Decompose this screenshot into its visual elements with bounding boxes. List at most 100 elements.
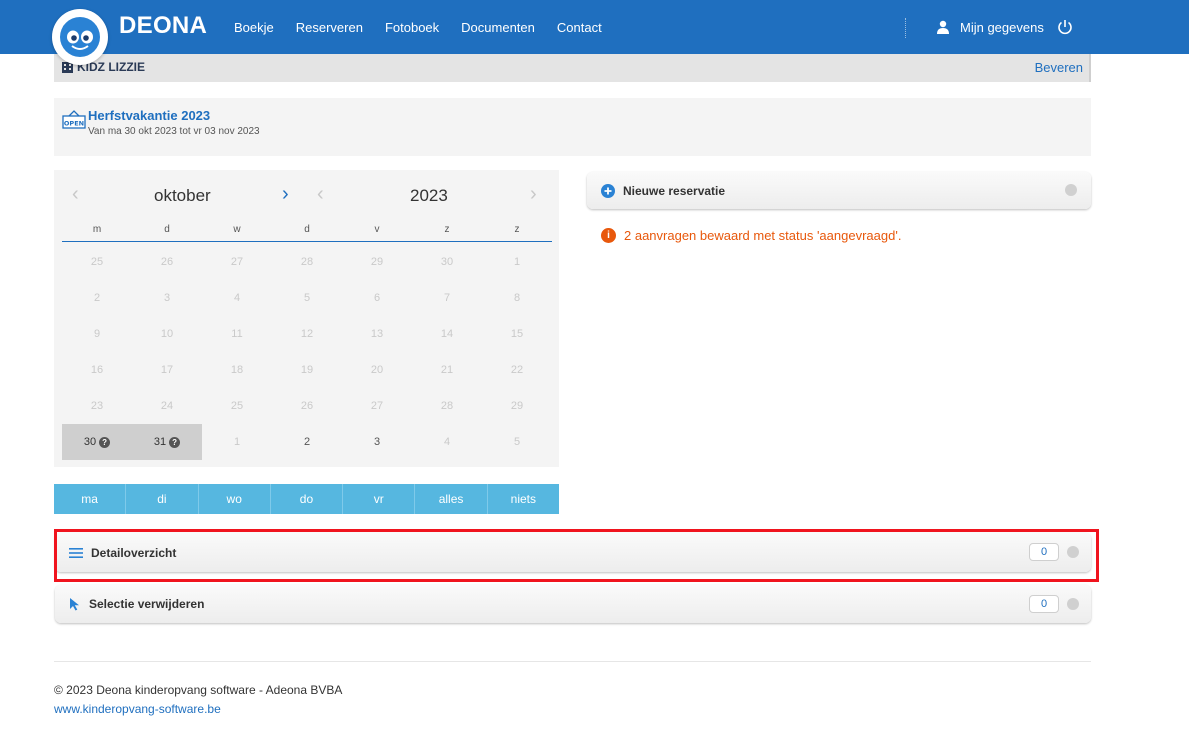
calendar-day-number: 26: [160, 256, 174, 268]
calendar-day-number: 21: [440, 364, 454, 376]
calendar-day-number: 27: [370, 400, 384, 412]
calendar-day[interactable]: 28: [272, 244, 342, 280]
calendar-day[interactable]: 2: [272, 424, 342, 460]
new-reservation-header[interactable]: Nieuwe reservatie: [601, 172, 725, 209]
calendar-day[interactable]: 5: [272, 280, 342, 316]
calendar-day[interactable]: 29: [482, 388, 552, 424]
calendar-day[interactable]: 21: [412, 352, 482, 388]
day-button-do[interactable]: do: [270, 484, 344, 514]
calendar-day[interactable]: 30?: [62, 424, 132, 460]
calendar-day[interactable]: 3: [342, 424, 412, 460]
calendar-day[interactable]: 27: [202, 244, 272, 280]
collapse-icon[interactable]: [1065, 184, 1077, 196]
new-reservation-panel[interactable]: Nieuwe reservatie: [587, 172, 1091, 209]
calendar-day[interactable]: 28: [412, 388, 482, 424]
calendar-day-number: 1: [513, 256, 521, 268]
open-sign-icon: OPEN: [62, 110, 86, 129]
weekday-selector: ma di wo do vr alles niets: [54, 484, 559, 514]
remove-selection-panel[interactable]: Selectie verwijderen 0: [55, 585, 1091, 623]
calendar-day[interactable]: 9: [62, 316, 132, 352]
calendar-day[interactable]: 19: [272, 352, 342, 388]
calendar-day[interactable]: 26: [132, 244, 202, 280]
day-button-wo[interactable]: wo: [198, 484, 271, 514]
calendar-day-number: 4: [233, 292, 241, 304]
calendar-day[interactable]: 7: [412, 280, 482, 316]
day-button-vr[interactable]: vr: [343, 484, 416, 514]
collapse-icon[interactable]: [1067, 598, 1079, 610]
top-navbar: DEONA Boekje Reserveren Fotoboek Documen…: [0, 0, 1189, 65]
calendar-day[interactable]: 24: [132, 388, 202, 424]
day-button-di[interactable]: di: [126, 484, 199, 514]
my-details-link[interactable]: Mijn gegevens: [960, 20, 1044, 35]
calendar-day-number: 3: [163, 292, 171, 304]
calendar-day[interactable]: 10: [132, 316, 202, 352]
calendar-day[interactable]: 3: [132, 280, 202, 316]
calendar-day[interactable]: 5: [482, 424, 552, 460]
calendar-day[interactable]: 2: [62, 280, 132, 316]
calendar-day[interactable]: 20: [342, 352, 412, 388]
calendar-day-number: 17: [160, 364, 174, 376]
calendar-day[interactable]: 6: [342, 280, 412, 316]
calendar-day[interactable]: 18: [202, 352, 272, 388]
period-info: OPEN Herfstvakantie 2023 Van ma 30 okt 2…: [54, 98, 1091, 156]
calendar-day[interactable]: 16: [62, 352, 132, 388]
calendar-day[interactable]: 11: [202, 316, 272, 352]
calendar-day[interactable]: 15: [482, 316, 552, 352]
calendar-day[interactable]: 13: [342, 316, 412, 352]
calendar-day[interactable]: 25: [62, 244, 132, 280]
remove-selection-header[interactable]: Selectie verwijderen: [69, 585, 204, 623]
calendar-day[interactable]: 23: [62, 388, 132, 424]
calendar-day-number: 12: [300, 328, 314, 340]
calendar-day[interactable]: 1: [202, 424, 272, 460]
user-menu: Mijn gegevens: [936, 0, 1074, 54]
calendar-day[interactable]: 14: [412, 316, 482, 352]
calendar-day-number: 30: [83, 436, 97, 448]
prev-month-icon[interactable]: ‹: [72, 183, 79, 206]
user-icon[interactable]: [936, 20, 950, 34]
calendar-month: oktober: [154, 186, 211, 205]
calendar-day[interactable]: 27: [342, 388, 412, 424]
question-icon[interactable]: ?: [99, 436, 111, 448]
organization-bar: KIDZ LIZZIE Beveren: [54, 54, 1091, 82]
brand-name[interactable]: DEONA: [119, 12, 207, 40]
nav-fotoboek[interactable]: Fotoboek: [385, 20, 439, 35]
calendar-day[interactable]: 4: [412, 424, 482, 460]
day-button-ma[interactable]: ma: [54, 484, 127, 514]
calendar-day-number: 10: [160, 328, 174, 340]
calendar-day[interactable]: 12: [272, 316, 342, 352]
calendar-day[interactable]: 22: [482, 352, 552, 388]
location-link[interactable]: Beveren: [1035, 60, 1083, 75]
next-year-icon[interactable]: ›: [530, 183, 537, 206]
calendar-day[interactable]: 29: [342, 244, 412, 280]
day-button-niets[interactable]: niets: [487, 484, 559, 514]
next-month-icon[interactable]: ›: [282, 183, 289, 206]
footer-website-link[interactable]: www.kinderopvang-software.be: [54, 702, 221, 716]
deona-logo[interactable]: [52, 9, 108, 65]
day-button-alles[interactable]: alles: [415, 484, 488, 514]
question-icon[interactable]: ?: [169, 436, 181, 448]
nav-boekje[interactable]: Boekje: [234, 20, 274, 35]
period-dates: Van ma 30 okt 2023 tot vr 03 nov 2023: [88, 126, 260, 137]
nav-documenten[interactable]: Documenten: [461, 20, 535, 35]
calendar-day[interactable]: 25: [202, 388, 272, 424]
calendar-day-number: 23: [90, 400, 104, 412]
calendar-day-number: 22: [510, 364, 524, 376]
status-warning-text: 2 aanvragen bewaard met status 'aangevra…: [624, 228, 902, 243]
calendar-day[interactable]: 1: [482, 244, 552, 280]
calendar-day[interactable]: 4: [202, 280, 272, 316]
calendar-week-row: 23 24 25 26 27 28 29: [62, 388, 552, 424]
calendar-year: 2023: [410, 186, 448, 205]
calendar-day[interactable]: 17: [132, 352, 202, 388]
calendar-day[interactable]: 8: [482, 280, 552, 316]
power-icon[interactable]: [1056, 18, 1074, 36]
nav-reserveren[interactable]: Reserveren: [296, 20, 363, 35]
calendar-day-number: 6: [373, 292, 381, 304]
prev-year-icon[interactable]: ‹: [317, 183, 324, 206]
calendar-day-number: 9: [93, 328, 101, 340]
calendar-week-row: 16 17 18 19 20 21 22: [62, 352, 552, 388]
calendar-day[interactable]: 30: [412, 244, 482, 280]
nav-contact[interactable]: Contact: [557, 20, 602, 35]
calendar-weekdays: mdwdvzz: [62, 224, 552, 242]
calendar-day[interactable]: 31?: [132, 424, 202, 460]
calendar-day[interactable]: 26: [272, 388, 342, 424]
